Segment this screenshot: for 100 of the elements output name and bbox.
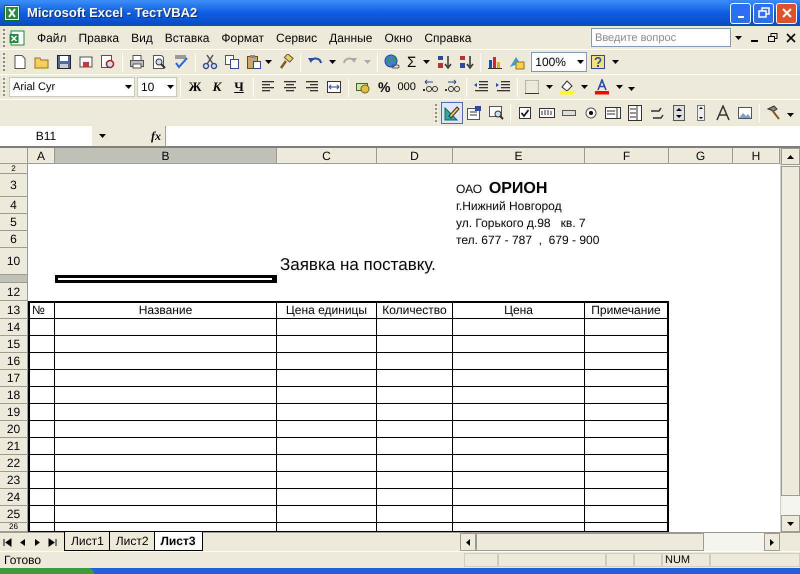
copy-icon[interactable]	[224, 54, 240, 70]
last-sheet-icon[interactable]	[48, 538, 57, 546]
row-header[interactable]: 12	[0, 283, 28, 301]
dropdown-arrow-icon[interactable]	[329, 60, 336, 64]
globe-link-icon[interactable]	[384, 54, 400, 70]
vertical-scrollbar[interactable]	[780, 148, 800, 532]
scissors-icon[interactable]	[202, 54, 218, 70]
borders-icon[interactable]	[524, 79, 540, 95]
spin-button-control-icon[interactable]	[671, 105, 687, 121]
row-header[interactable]: 3	[0, 174, 28, 197]
combo-box-control-icon[interactable]	[627, 105, 643, 121]
row-header[interactable]: 25	[0, 506, 28, 523]
font-name-field[interactable]: Arial Cyr	[9, 77, 135, 97]
row-header[interactable]: 18	[0, 387, 28, 404]
row-header[interactable]: 16	[0, 353, 28, 370]
scroll-left-button[interactable]	[460, 533, 476, 551]
sheet-tab[interactable]: Лист1	[64, 532, 111, 551]
row-header[interactable]: 4	[0, 197, 28, 214]
scroll-right-button[interactable]	[764, 533, 780, 551]
more-controls-icon[interactable]	[766, 105, 782, 121]
next-sheet-icon[interactable]	[33, 538, 42, 546]
list-box-control-icon[interactable]	[605, 105, 621, 121]
column-header[interactable]: B	[55, 148, 277, 164]
print-preview-icon[interactable]	[151, 54, 167, 70]
menu-item[interactable]: Окно	[378, 28, 418, 46]
spelling-icon[interactable]	[173, 54, 189, 70]
research-icon[interactable]	[100, 54, 116, 70]
increase-decimal-icon[interactable]	[422, 79, 438, 95]
toggle-button-control-icon[interactable]	[649, 105, 665, 121]
row-header[interactable]: 22	[0, 455, 28, 472]
italic-button[interactable]: К	[206, 77, 228, 97]
text-box-control-icon[interactable]	[539, 105, 555, 121]
menu-item[interactable]: Формат	[215, 28, 270, 46]
selected-cell[interactable]	[55, 275, 277, 283]
dropdown-arrow-icon[interactable]	[577, 60, 584, 64]
row-header[interactable]: 13	[0, 301, 28, 319]
dropdown-arrow-icon[interactable]	[167, 85, 174, 89]
row-header[interactable]: 15	[0, 336, 28, 353]
zoom-field[interactable]: 100%	[531, 52, 588, 72]
row-header[interactable]: 17	[0, 370, 28, 387]
column-header[interactable]: C	[277, 148, 377, 164]
restore-button[interactable]	[753, 2, 774, 24]
sort-descending-icon[interactable]	[458, 54, 474, 70]
formula-field[interactable]	[165, 126, 800, 146]
image-control-icon[interactable]	[737, 105, 753, 121]
menu-item[interactable]: Правка	[72, 28, 126, 46]
dropdown-arrow-icon[interactable]	[423, 60, 430, 64]
underline-button[interactable]: Ч	[228, 77, 250, 97]
help-icon[interactable]	[590, 54, 606, 70]
close-button[interactable]	[776, 2, 797, 24]
dropdown-arrow-icon[interactable]	[616, 85, 623, 89]
help-search-field[interactable]: Введите вопрос	[591, 28, 731, 47]
first-sheet-icon[interactable]	[3, 538, 12, 546]
column-header[interactable]: G	[669, 148, 733, 164]
scrollbar-thumb[interactable]	[781, 166, 800, 496]
comma-style-button[interactable]: 000	[397, 78, 416, 96]
workbook-icon[interactable]	[9, 30, 25, 46]
save-icon[interactable]	[56, 54, 72, 70]
menu-item[interactable]: Сервис	[270, 28, 324, 46]
dropdown-arrow-icon[interactable]	[265, 60, 272, 64]
name-box[interactable]: B11	[0, 126, 92, 146]
column-header[interactable]: A	[28, 148, 55, 164]
horizontal-scrollbar[interactable]	[460, 533, 780, 551]
bar-chart-icon[interactable]	[487, 54, 504, 70]
column-header[interactable]: E	[453, 148, 585, 164]
autosum-button[interactable]: Σ	[407, 54, 416, 70]
column-header[interactable]: H	[733, 148, 780, 164]
format-painter-icon[interactable]	[278, 54, 294, 70]
insert-function-button[interactable]: fx	[151, 127, 161, 145]
bold-button[interactable]: Ж	[184, 77, 206, 97]
decrease-decimal-icon[interactable]	[444, 79, 460, 95]
sheet-tab[interactable]: Лист2	[108, 532, 156, 551]
properties-icon[interactable]	[466, 105, 482, 121]
dropdown-arrow-icon[interactable]	[612, 60, 620, 64]
permission-icon[interactable]	[78, 54, 94, 70]
printer-icon[interactable]	[129, 54, 145, 70]
row-header[interactable]: 5	[0, 214, 28, 231]
row-header[interactable]: 23	[0, 472, 28, 489]
previous-sheet-icon[interactable]	[18, 538, 27, 546]
scroll-up-button[interactable]	[781, 148, 800, 165]
sheet-tab[interactable]: Лист3	[154, 532, 203, 551]
row-header[interactable]: 6	[0, 231, 28, 248]
scroll-down-button[interactable]	[781, 515, 800, 532]
font-color-icon[interactable]	[594, 79, 610, 95]
merge-center-icon[interactable]	[326, 79, 342, 95]
design-mode-button[interactable]	[441, 102, 463, 124]
dropdown-arrow-icon[interactable]	[99, 134, 106, 138]
row-header[interactable]: 24	[0, 489, 28, 506]
start-button[interactable]	[0, 568, 94, 574]
row-header[interactable]: 14	[0, 319, 28, 336]
fill-handle[interactable]	[272, 278, 277, 283]
dropdown-arrow-icon[interactable]	[546, 85, 553, 89]
row-header[interactable]: 19	[0, 404, 28, 421]
option-button-control-icon[interactable]	[583, 105, 599, 121]
row-header[interactable]: 20	[0, 421, 28, 438]
scrollbar-thumb[interactable]	[476, 533, 704, 551]
menu-item[interactable]: Вид	[125, 28, 159, 46]
restore-workbook-icon[interactable]	[768, 32, 778, 42]
checkbox-control-icon[interactable]	[517, 105, 533, 121]
menu-item[interactable]: Файл	[31, 28, 73, 46]
